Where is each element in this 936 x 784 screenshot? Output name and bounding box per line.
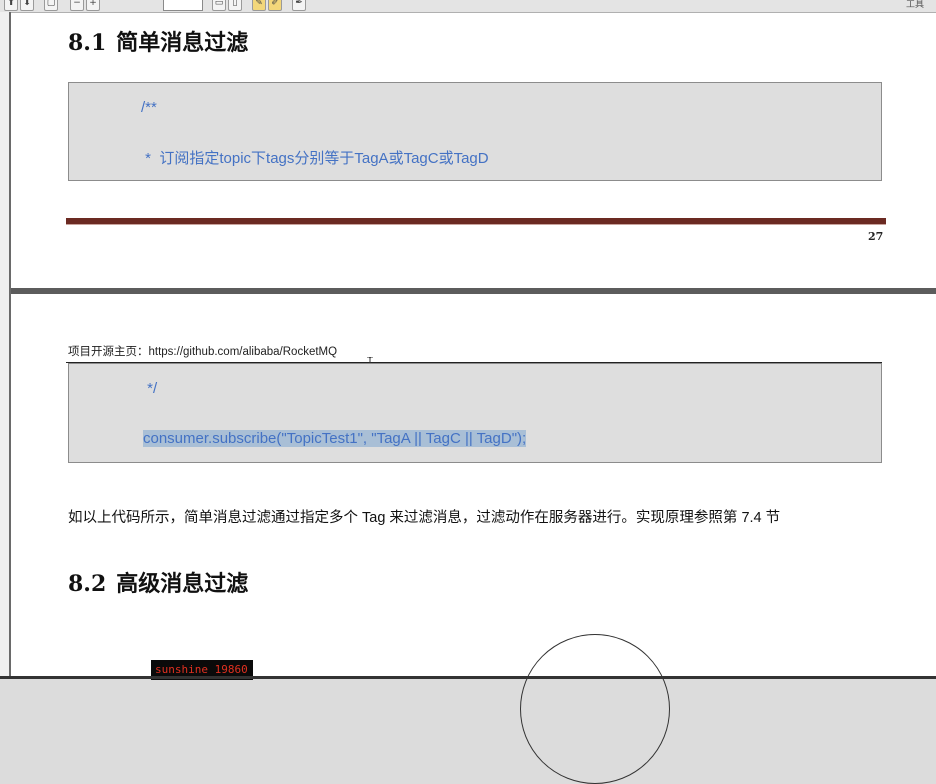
comment-icon[interactable]: ✎ <box>252 0 266 11</box>
page-field-icon[interactable]: ▢ <box>44 0 58 11</box>
page-footer-rule-thin <box>66 224 886 225</box>
section-heading-8-2: 8.2 高级消息过滤 <box>68 566 248 598</box>
fit-page-icon[interactable]: ▭ <box>212 0 226 11</box>
code-subscribe-end: ); <box>517 430 527 447</box>
code-block: */ consumer.subscribe("TopicTest1", "Tag… <box>68 363 882 463</box>
highlight-icon[interactable]: ✐ <box>268 0 282 11</box>
tools-label[interactable]: 工具 <box>906 0 924 10</box>
section-heading-8-1: 8.1 简单消息过滤 <box>68 25 248 57</box>
page-header-text: 项目开源主页：https://github.com/alibaba/Rocket… <box>68 346 338 358</box>
diagram-circle <box>520 634 670 784</box>
code-line-comment-text: * 订阅指定topic下tags分别等于TagA或TagC或TagD <box>141 150 489 167</box>
code-line-comment-close: */ <box>143 380 158 397</box>
page-number: 27 <box>868 230 884 243</box>
arrow-down-icon[interactable]: ⬇ <box>20 0 34 11</box>
toolbar: ⬆ ⬇ ▢ − + ▭ ▯ ✎ ✐ ✒ 工具 <box>0 0 936 13</box>
zoom-in-icon[interactable]: + <box>86 0 100 11</box>
section-title: 简单消息过滤 <box>116 30 249 56</box>
code-line-comment-open: /** <box>141 99 157 116</box>
code-subscribe-args: "TopicTest1", "TagA || TagC || TagD" <box>281 430 518 447</box>
sign-icon[interactable]: ✒ <box>292 0 306 11</box>
zoom-select[interactable] <box>163 0 203 11</box>
code-line-subscribe: consumer.subscribe("TopicTest1", "TagA |… <box>143 430 527 447</box>
section-title: 高级消息过滤 <box>116 571 249 597</box>
body-paragraph: 如以上代码所示，简单消息过滤通过指定多个 Tag 来过滤消息，过滤动作在服务器进… <box>68 510 781 526</box>
arrow-up-icon[interactable]: ⬆ <box>4 0 18 11</box>
zoom-out-icon[interactable]: − <box>70 0 84 11</box>
fit-width-icon[interactable]: ▯ <box>228 0 242 11</box>
code-subscribe-call: consumer.subscribe( <box>143 430 282 447</box>
code-block: /** * 订阅指定topic下tags分别等于TagA或TagC或TagD <box>68 82 882 181</box>
document-page-27: 8.1 简单消息过滤 /** * 订阅指定topic下tags分别等于TagA或T… <box>11 13 936 288</box>
section-number: 8.2 <box>68 571 107 597</box>
document-page-28: 项目开源主页：https://github.com/alibaba/Rocket… <box>11 294 936 784</box>
section-number: 8.1 <box>68 30 107 56</box>
left-panel-edge <box>0 12 11 679</box>
